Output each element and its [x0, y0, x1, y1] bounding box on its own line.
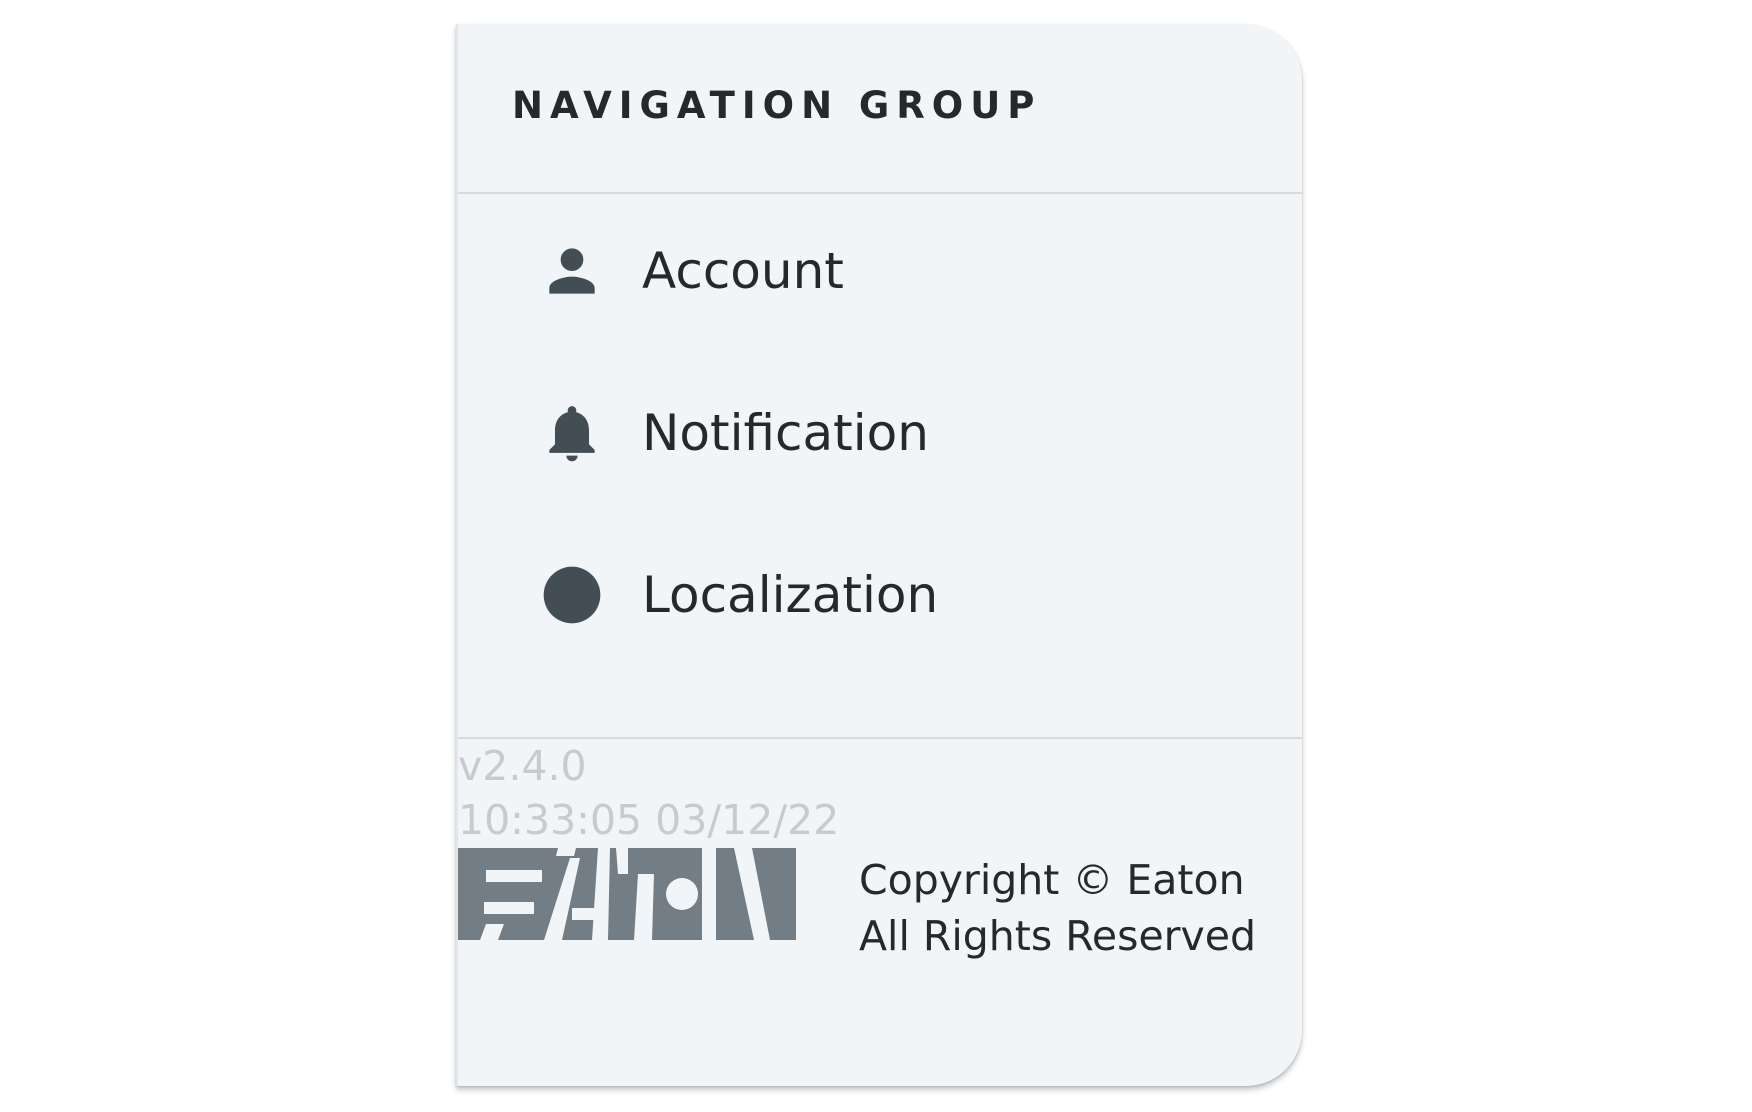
nav-group-title: NAVIGATION GROUP	[512, 84, 1042, 127]
person-icon	[538, 237, 606, 305]
footer-divider	[458, 737, 1302, 739]
rights-line: All Rights Reserved	[859, 912, 1257, 960]
nav-item-notification[interactable]: Notification	[458, 358, 1302, 508]
bell-icon	[538, 399, 606, 467]
build-timestamp: 10:33:05 03/12/22	[458, 796, 840, 844]
nav-item-account[interactable]: Account	[458, 196, 1302, 346]
copyright-line: Copyright © Eaton	[859, 856, 1245, 904]
drawer-header: NAVIGATION GROUP	[458, 24, 1302, 194]
nav-item-label: Account	[642, 242, 844, 300]
navigation-drawer: NAVIGATION GROUP Account Notification Lo…	[456, 24, 1302, 1086]
circle-icon	[538, 561, 606, 629]
nav-item-label: Localization	[642, 566, 939, 624]
eaton-logo	[458, 848, 796, 940]
app-version: v2.4.0	[458, 742, 587, 790]
nav-item-label: Notification	[642, 404, 929, 462]
nav-item-localization[interactable]: Localization	[458, 520, 1302, 670]
copyright-text: Copyright © Eaton All Rights Reserved	[859, 852, 1256, 964]
